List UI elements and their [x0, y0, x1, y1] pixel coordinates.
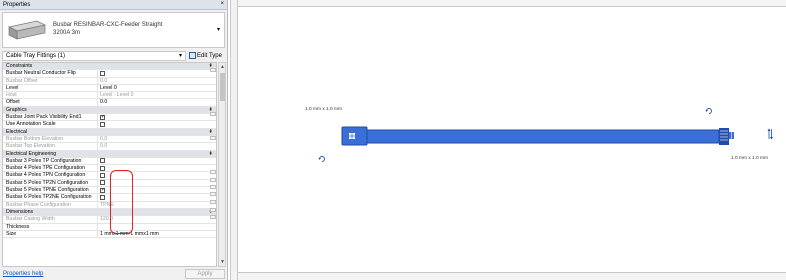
property-label: Busbar 5 Poles TP2N Configuration	[3, 179, 98, 187]
property-row[interactable]: Use Annotation Scale	[3, 121, 216, 129]
type-name: Busbar RESINBAR-CXC-Feeder Straight	[53, 22, 163, 28]
edit-type-button[interactable]: Edit Type	[186, 52, 225, 59]
busbar-end-joint[interactable]	[719, 128, 734, 145]
property-row[interactable]: Busbar Neutral Conductor Flip	[3, 70, 216, 78]
busbar-thumbnail-icon	[7, 20, 47, 40]
rotate-icon[interactable]	[705, 107, 713, 115]
property-label: Host	[3, 92, 98, 99]
property-label: Thickness	[3, 223, 98, 230]
property-label: Size	[3, 230, 98, 238]
annotation-highlight	[110, 170, 133, 234]
property-row[interactable]: Busbar Top Elevation 0.0	[3, 143, 216, 151]
canvas-frame-left	[230, 0, 238, 280]
chevron-down-icon[interactable]: ▾	[217, 26, 220, 33]
property-checkbox-cell[interactable]	[98, 121, 216, 127]
section-header[interactable]: Graphics ⇞	[3, 106, 216, 115]
property-value[interactable]: 0.0	[98, 99, 216, 105]
type-size: 3200A 3m	[53, 30, 81, 36]
canvas-frame-bottom	[238, 272, 786, 280]
property-checkbox[interactable]	[100, 165, 105, 171]
filter-row: Cable Tray Fittings (1) ▾ Edit Type	[2, 50, 225, 61]
property-label: Offset	[3, 99, 98, 106]
property-label: Busbar Casing Width	[3, 216, 98, 223]
property-checkbox-cell[interactable]	[98, 158, 216, 164]
property-value[interactable]: 0.0	[98, 143, 216, 149]
property-row[interactable]: Busbar Bottom Elevation 0.0	[3, 135, 216, 144]
properties-panel: Properties × Busbar RESINBAR-CXC-Feeder …	[0, 0, 228, 280]
panel-title: Properties	[3, 1, 31, 8]
property-label: Busbar Joint Pack Visibility End1	[3, 114, 98, 121]
type-selector[interactable]: Busbar RESINBAR-CXC-Feeder Straight 3200…	[2, 12, 225, 48]
properties-help-link[interactable]: Properties help	[3, 271, 43, 277]
edit-type-label: Edit Type	[197, 52, 222, 59]
scroll-thumb[interactable]	[220, 73, 225, 101]
property-row[interactable]: Size 1 mmx1 mm-1 mmx1 mm	[3, 230, 216, 239]
property-row[interactable]: Busbar 4 Poles TPE Configuration	[3, 165, 216, 173]
property-checkbox[interactable]	[100, 180, 105, 186]
property-row[interactable]: Busbar 3 Poles TP Configuration	[3, 157, 216, 166]
property-label: Busbar 4 Poles TPN Configuration	[3, 172, 98, 179]
section-label: Dimensions	[6, 208, 34, 215]
property-checkbox[interactable]	[100, 70, 105, 76]
property-row[interactable]: Busbar Joint Pack Visibility End1	[3, 114, 216, 122]
properties-grid: Constraints ⇞ Busbar Neutral Conductor Fli…	[2, 62, 217, 267]
section-header[interactable]: Electrical ⇞	[3, 128, 216, 136]
scroll-up-icon[interactable]: ▲	[220, 64, 225, 70]
section-header[interactable]: Electrical Engineering ⇞	[3, 150, 216, 158]
busbar-element[interactable]	[300, 115, 780, 165]
property-label: Busbar Offset	[3, 77, 98, 84]
move-grip-icon[interactable]	[349, 133, 355, 139]
flip-arrows-icon[interactable]	[766, 128, 774, 140]
property-value[interactable]: Level : Level 0	[98, 92, 216, 98]
property-checkbox[interactable]	[100, 187, 105, 193]
section-label: Electrical Engineering	[6, 150, 57, 157]
property-label: Use Annotation Scale	[3, 121, 98, 128]
property-label: Level	[3, 84, 98, 92]
property-label: Busbar Phase Configuration	[3, 201, 98, 208]
property-value[interactable]: 0.0	[98, 136, 216, 142]
property-label: Busbar 6 Poles TP2NE Configuration	[3, 194, 98, 201]
close-icon[interactable]: ×	[220, 1, 224, 8]
property-checkbox[interactable]	[100, 158, 105, 164]
property-label: Busbar 4 Poles TPE Configuration	[3, 165, 98, 172]
property-checkbox[interactable]	[100, 194, 105, 200]
edit-type-icon	[189, 52, 197, 59]
properties-scrollbar[interactable]: ▲ ▼	[218, 62, 226, 267]
section-label: Electrical	[6, 128, 28, 135]
property-row[interactable]: Level Level 0	[3, 84, 216, 93]
dimension-label-left: 1.0 mm x 1.0 mm	[305, 107, 343, 112]
panel-titlebar: Properties ×	[0, 0, 227, 10]
property-checkbox[interactable]	[100, 172, 105, 178]
property-label: Busbar 5 Poles TPNE Configuration	[3, 187, 98, 194]
panel-footer: Properties help Apply	[0, 268, 228, 280]
property-label: Busbar Bottom Elevation	[3, 135, 98, 143]
property-checkbox[interactable]	[100, 114, 105, 120]
property-label: Busbar Top Elevation	[3, 143, 98, 150]
property-row[interactable]: Host Level : Level 0	[3, 92, 216, 100]
row-scroll-marks	[209, 62, 217, 267]
property-value[interactable]: Level 0	[98, 85, 216, 91]
scroll-down-icon[interactable]: ▼	[220, 259, 225, 265]
category-filter-select[interactable]: Cable Tray Fittings (1) ▾	[2, 50, 186, 61]
section-label: Graphics	[6, 106, 27, 113]
section-label: Constraints	[6, 63, 33, 69]
property-row[interactable]: Offset 0.0	[3, 99, 216, 107]
section-header[interactable]: Constraints ⇞	[3, 63, 216, 71]
property-value[interactable]: 0.0	[98, 78, 216, 84]
canvas-frame-top	[238, 0, 786, 7]
apply-button[interactable]: Apply	[185, 269, 225, 279]
property-row[interactable]: Busbar Offset 0.0	[3, 77, 216, 85]
busbar-body[interactable]	[366, 129, 720, 144]
property-label: Busbar Neutral Conductor Flip	[3, 70, 98, 77]
rotate-icon[interactable]	[318, 155, 326, 163]
chevron-down-icon: ▾	[178, 53, 182, 59]
category-filter-label: Cable Tray Fittings (1)	[6, 52, 66, 59]
property-checkbox[interactable]	[100, 121, 105, 127]
property-label: Busbar 3 Poles TP Configuration	[3, 157, 98, 165]
property-checkbox-cell[interactable]	[98, 114, 216, 120]
property-checkbox-cell[interactable]	[98, 70, 216, 76]
